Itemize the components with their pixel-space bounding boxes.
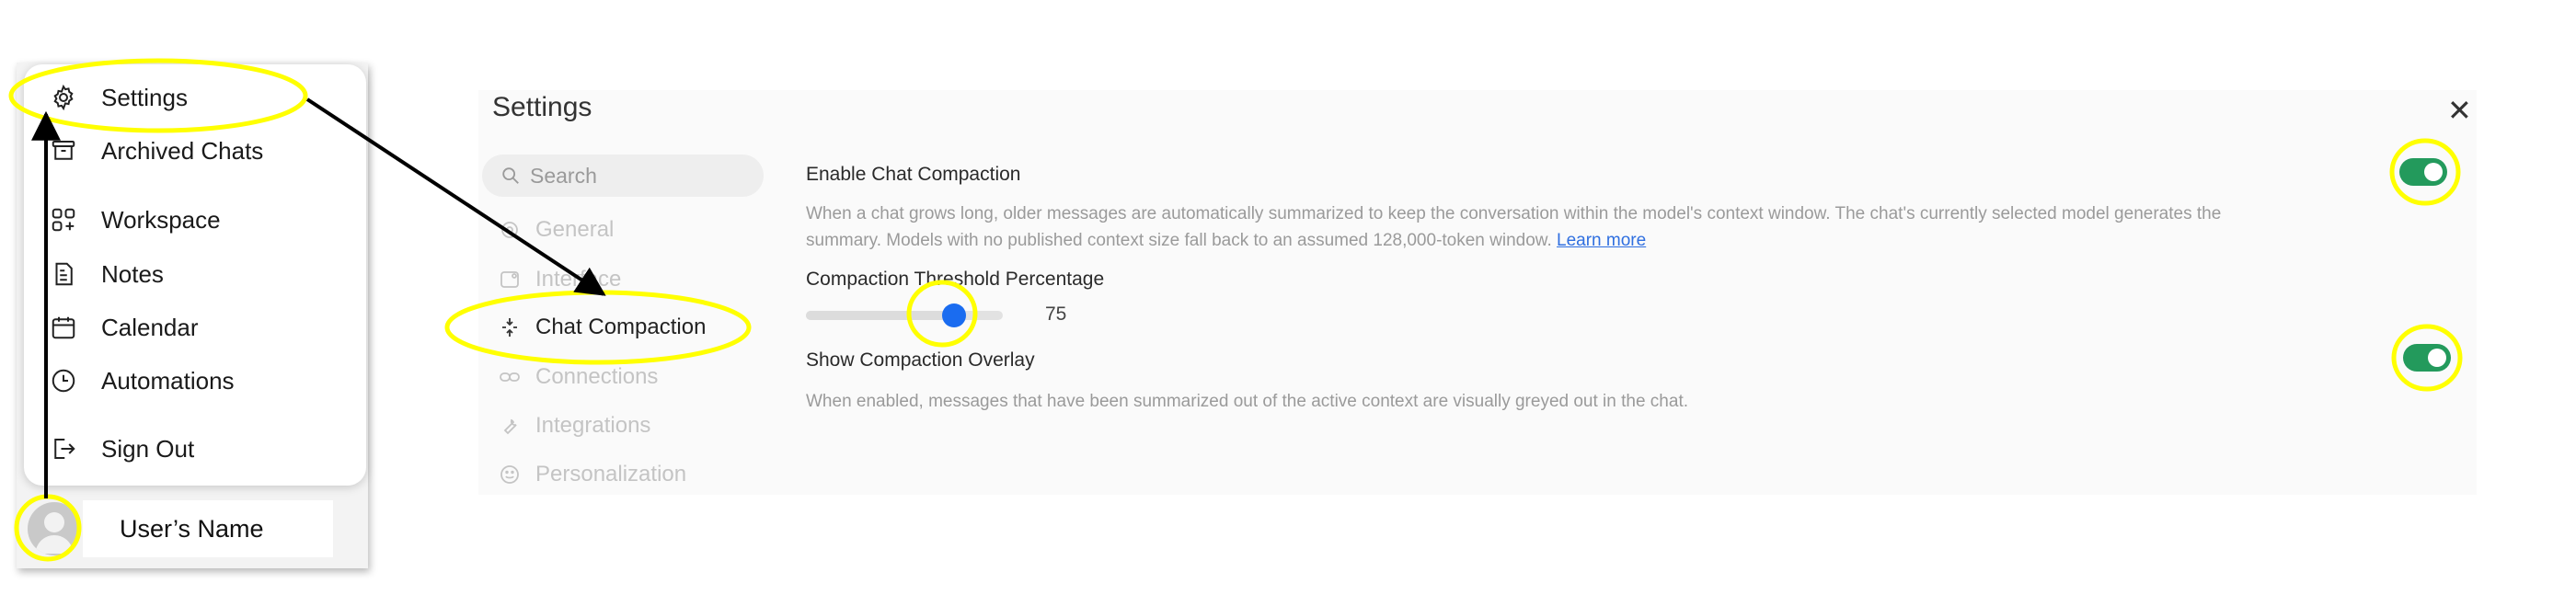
menu-item-notes[interactable]: Notes [50, 252, 164, 296]
description-line: summary. Models with no published contex… [806, 227, 2407, 254]
enable-compaction-description: When a chat grows long, older messages a… [806, 200, 2407, 254]
sign-out-icon [54, 439, 75, 459]
threshold-slider-fill [806, 311, 954, 320]
nav-item-interface[interactable]: Interface [499, 267, 621, 292]
overlay-title: Show Compaction Overlay [806, 349, 1035, 371]
nav-item-label: Interface [535, 267, 622, 292]
menu-item-archived-chats[interactable]: Archived Chats [50, 129, 263, 173]
calendar-icon [52, 316, 75, 339]
avatar-placeholder-icon [35, 512, 74, 554]
avatar[interactable] [28, 502, 81, 555]
overlay-description: When enabled, messages that have been su… [806, 392, 1688, 411]
settings-search-input[interactable]: Search [482, 154, 764, 197]
learn-more-link[interactable]: Learn more [1557, 231, 1646, 250]
user-profile-button[interactable]: User’s Name [18, 498, 333, 559]
nav-item-label: General [535, 217, 615, 242]
menu-item-label: Calendar [101, 313, 199, 341]
threshold-title: Compaction Threshold Percentage [806, 269, 1105, 290]
settings-title: Settings [492, 92, 592, 122]
compaction-icon [502, 318, 517, 337]
description-text: summary. Models with no published contex… [806, 231, 1552, 250]
overlay-toggle[interactable] [2403, 344, 2451, 372]
menu-item-label: Settings [101, 83, 188, 111]
user-name: User’s Name [83, 500, 333, 557]
close-icon: ✕ [2447, 94, 2472, 127]
menu-item-calendar[interactable]: Calendar [50, 305, 199, 349]
smile-icon [500, 465, 519, 484]
clock-icon [52, 369, 75, 393]
menu-item-label: Sign Out [101, 434, 195, 463]
close-button[interactable]: ✕ [2447, 96, 2472, 125]
menu-item-settings[interactable]: Settings [50, 75, 188, 120]
nav-item-general[interactable]: General [499, 217, 614, 243]
menu-item-workspace[interactable]: Workspace [50, 198, 221, 242]
threshold-value: 75 [1045, 303, 1067, 325]
search-placeholder: Search [530, 163, 597, 188]
nav-item-label: Chat Compaction [535, 315, 707, 339]
nav-item-label: Personalization [535, 462, 687, 486]
nav-item-label: Integrations [535, 413, 651, 438]
archive-icon [52, 141, 75, 160]
wrench-icon [503, 418, 517, 435]
threshold-slider-handle[interactable] [941, 303, 966, 327]
gear-icon [501, 222, 518, 238]
workspace-icon [52, 208, 75, 232]
link-icon [500, 372, 520, 382]
nav-item-chat-compaction[interactable]: Chat Compaction [499, 315, 706, 340]
enable-compaction-title: Enable Chat Compaction [806, 164, 1021, 185]
menu-item-automations[interactable]: Automations [50, 359, 235, 403]
menu-item-label: Archived Chats [101, 136, 264, 165]
gear-icon [53, 84, 74, 111]
menu-item-label: Notes [101, 259, 164, 288]
menu-item-label: Automations [101, 366, 235, 395]
nav-item-integrations[interactable]: Integrations [499, 413, 650, 439]
interface-icon [500, 271, 519, 288]
enable-compaction-toggle[interactable] [2399, 158, 2447, 186]
nav-item-connections[interactable]: Connections [499, 364, 658, 390]
menu-item-sign-out[interactable]: Sign Out [50, 427, 194, 471]
menu-item-label: Workspace [101, 205, 221, 234]
nav-item-label: Connections [535, 364, 659, 389]
search-icon [502, 167, 519, 184]
notes-icon [55, 262, 73, 286]
description-line: When a chat grows long, older messages a… [806, 204, 2222, 223]
nav-item-personalization[interactable]: Personalization [499, 462, 686, 487]
settings-modal [478, 90, 2477, 495]
